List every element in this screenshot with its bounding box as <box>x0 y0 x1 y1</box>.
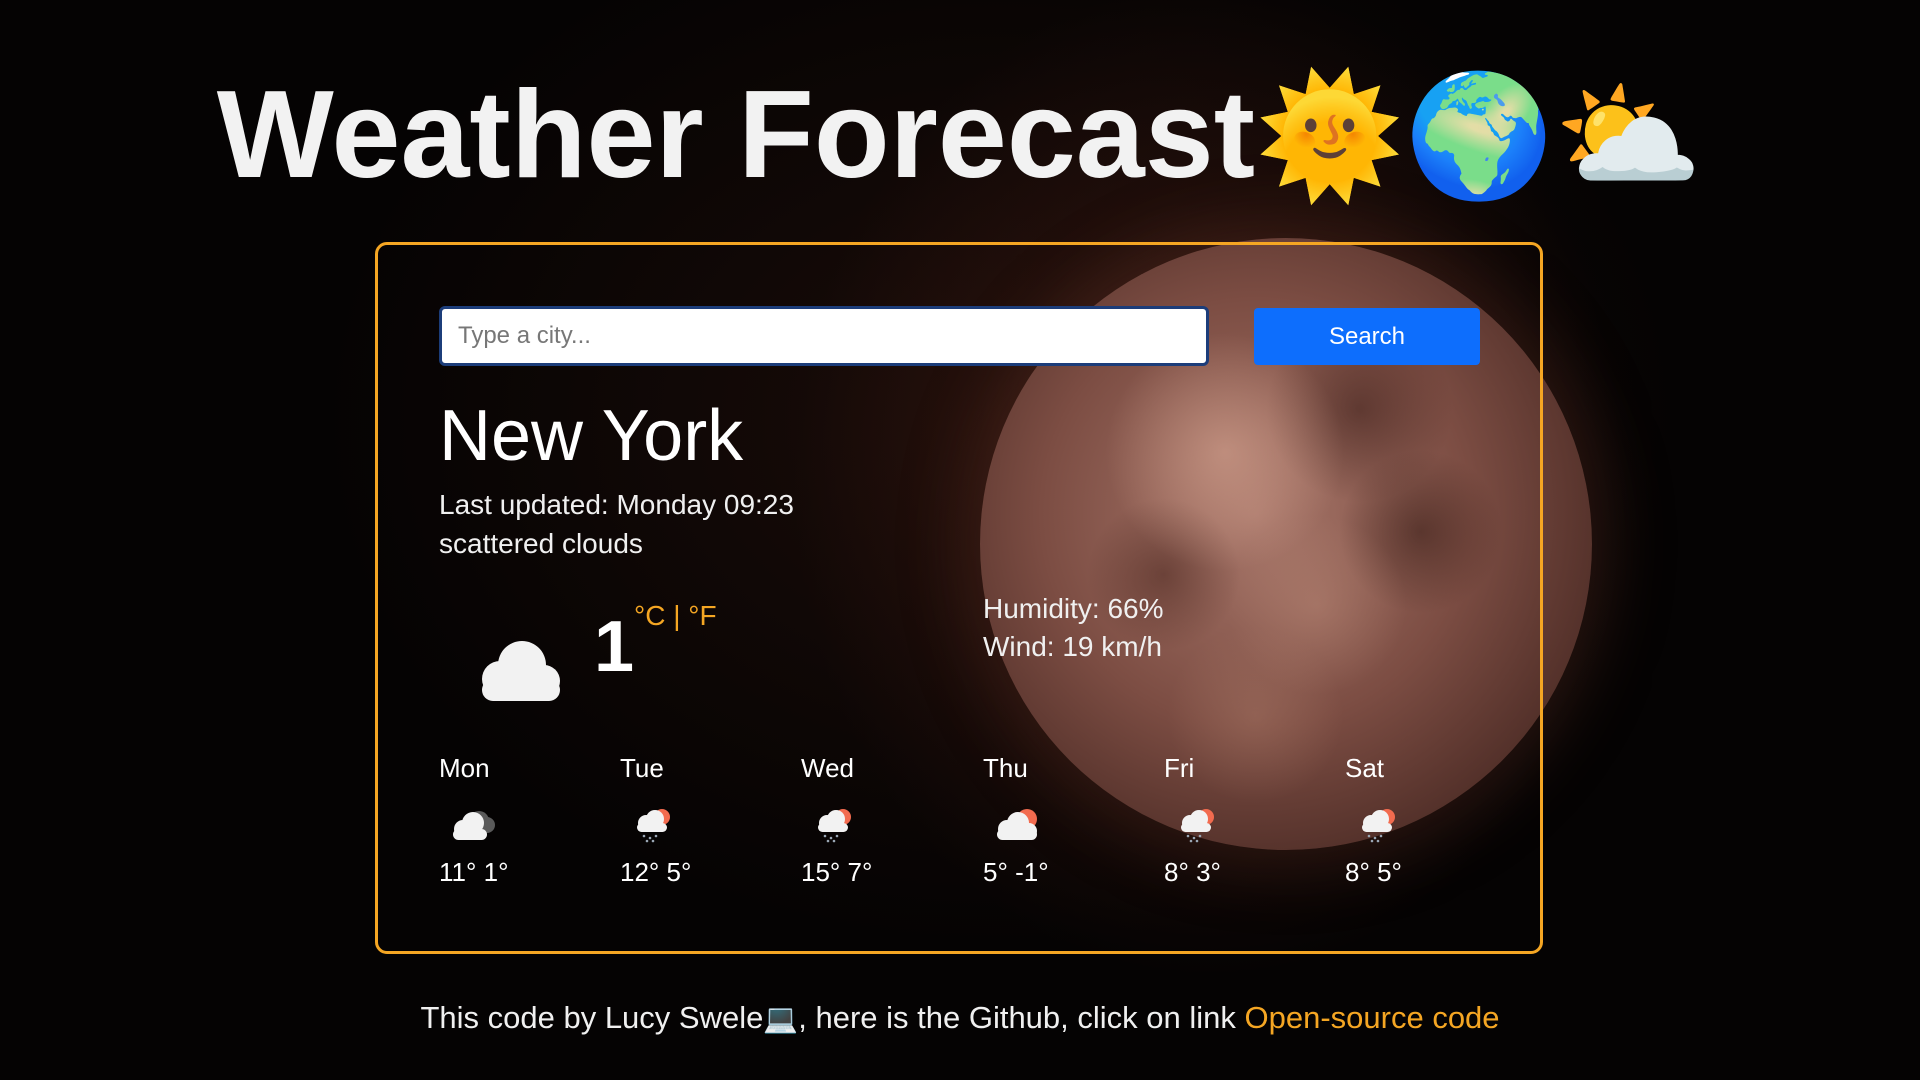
forecast-day-name: Tue <box>620 753 664 783</box>
footer-text-after: , here is the Github, click on link <box>798 1000 1245 1035</box>
rain-sun-icon <box>637 809 670 843</box>
unit-separator: | <box>665 600 689 631</box>
cloud-sun-icon <box>997 809 1037 840</box>
humidity: Humidity: 66% <box>983 593 1164 624</box>
cloud-icon <box>482 641 560 701</box>
city-name: New York <box>439 396 744 476</box>
forecast-day: Thu 5° -1° <box>983 751 1133 887</box>
forecast-temps: 8° 5° <box>1345 857 1402 887</box>
rain-sun-icon <box>1181 809 1214 843</box>
laptop-icon: 💻 <box>763 1002 799 1035</box>
forecast-day-name: Thu <box>983 753 1028 783</box>
open-source-link[interactable]: Open-source code <box>1245 1000 1500 1035</box>
fahrenheit-link[interactable]: °F <box>688 600 716 631</box>
forecast-temps: 5° -1° <box>983 857 1049 887</box>
forecast-day: Mon 11° 1° <box>439 751 589 887</box>
search-button[interactable]: Search <box>1254 308 1480 365</box>
rain-sun-icon <box>1362 809 1395 843</box>
forecast-temps: 12° 5° <box>620 857 692 887</box>
footer: This code by Lucy Swele💻, here is the Gi… <box>0 1000 1920 1036</box>
unit-toggle: °C | °F <box>634 600 717 632</box>
forecast-day: Fri 8° 3° <box>1164 751 1314 887</box>
forecast-day: Wed 15° 7° <box>801 751 951 887</box>
forecast-day: Tue 12° 5° <box>620 751 770 887</box>
footer-text: This code by Lucy Swele <box>420 1000 764 1035</box>
city-search-input[interactable] <box>439 306 1209 366</box>
title-emoji-icons: 🌞🌍⛅ <box>1255 67 1704 206</box>
last-updated: Last updated: Monday 09:23 <box>439 489 794 520</box>
forecast-temps: 11° 1° <box>439 857 509 887</box>
rain-sun-icon <box>818 809 851 843</box>
forecast-day-name: Fri <box>1164 753 1195 783</box>
weather-description: scattered clouds <box>439 528 643 559</box>
forecast-temps: 8° 3° <box>1164 857 1221 887</box>
forecast-temps: 15° 7° <box>801 857 873 887</box>
current-temperature: 1 <box>594 607 635 687</box>
page-title: Weather Forecast🌞🌍⛅ <box>0 60 1920 212</box>
forecast-day-name: Wed <box>801 753 854 783</box>
wind-speed: Wind: 19 km/h <box>983 631 1162 662</box>
forecast-day-name: Mon <box>439 753 490 783</box>
forecast-day-name: Sat <box>1345 753 1385 783</box>
celsius-link[interactable]: °C <box>634 600 665 631</box>
forecast-day: Sat 8° 5° <box>1345 751 1495 887</box>
title-text: Weather Forecast <box>216 66 1256 204</box>
cloudy-dark-icon <box>453 811 495 840</box>
